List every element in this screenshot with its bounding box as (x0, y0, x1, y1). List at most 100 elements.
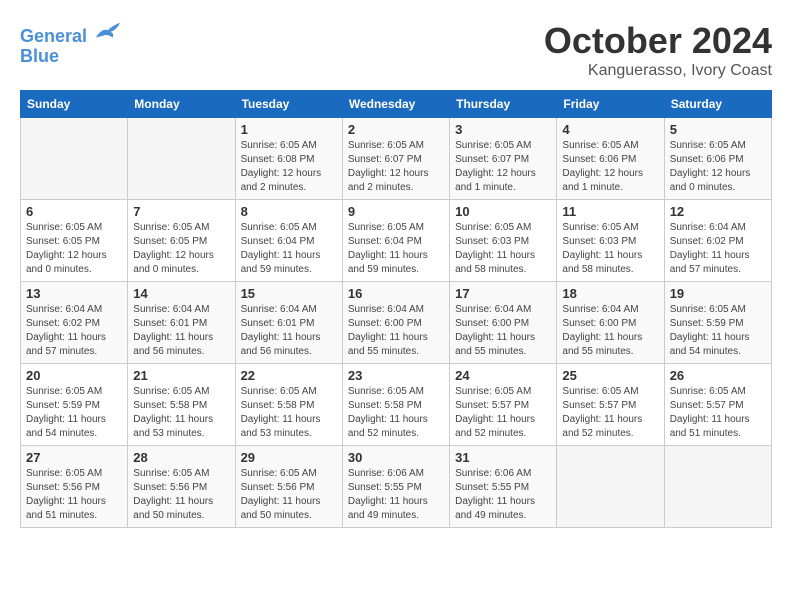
day-info: Sunrise: 6:05 AM Sunset: 6:07 PM Dayligh… (348, 139, 444, 195)
weekday-header-sunday: Sunday (21, 91, 128, 118)
day-info: Sunrise: 6:05 AM Sunset: 5:57 PM Dayligh… (562, 385, 658, 441)
day-info: Sunrise: 6:04 AM Sunset: 6:02 PM Dayligh… (670, 221, 766, 277)
weekday-header-thursday: Thursday (450, 91, 557, 118)
day-number: 8 (241, 204, 337, 219)
day-number: 5 (670, 122, 766, 137)
week-row-1: 1 Sunrise: 6:05 AM Sunset: 6:08 PM Daylig… (21, 118, 772, 200)
day-number: 16 (348, 286, 444, 301)
day-info: Sunrise: 6:05 AM Sunset: 6:03 PM Dayligh… (455, 221, 551, 277)
day-info: Sunrise: 6:05 AM Sunset: 6:03 PM Dayligh… (562, 221, 658, 277)
calendar-cell: 22 Sunrise: 6:05 AM Sunset: 5:58 PM Dayli… (235, 364, 342, 446)
day-info: Sunrise: 6:05 AM Sunset: 5:58 PM Dayligh… (348, 385, 444, 441)
day-number: 21 (133, 368, 229, 383)
day-number: 25 (562, 368, 658, 383)
day-number: 15 (241, 286, 337, 301)
calendar-cell: 26Sunrise: 6:05 AM Sunset: 5:57 PM Dayli… (664, 364, 771, 446)
month-title: October 2024 (544, 20, 772, 62)
calendar-cell: 11 Sunrise: 6:05 AM Sunset: 6:03 PM Dayli… (557, 200, 664, 282)
calendar-cell: 6Sunrise: 6:05 AM Sunset: 6:05 PM Daylig… (21, 200, 128, 282)
day-number: 13 (26, 286, 122, 301)
calendar-cell: 31 Sunrise: 6:06 AM Sunset: 5:55 PM Dayli… (450, 446, 557, 528)
day-number: 30 (348, 450, 444, 465)
calendar-cell: 29Sunrise: 6:05 AM Sunset: 5:56 PM Dayli… (235, 446, 342, 528)
calendar-cell: 18 Sunrise: 6:04 AM Sunset: 6:00 PM Dayli… (557, 282, 664, 364)
calendar-cell: 5 Sunrise: 6:05 AM Sunset: 6:06 PM Daylig… (664, 118, 771, 200)
day-number: 4 (562, 122, 658, 137)
calendar-cell (128, 118, 235, 200)
calendar-table: SundayMondayTuesdayWednesdayThursdayFrid… (20, 90, 772, 528)
day-number: 6 (26, 204, 122, 219)
day-info: Sunrise: 6:04 AM Sunset: 6:02 PM Dayligh… (26, 303, 122, 359)
calendar-cell: 7 Sunrise: 6:05 AM Sunset: 6:05 PM Daylig… (128, 200, 235, 282)
day-number: 2 (348, 122, 444, 137)
calendar-cell: 14 Sunrise: 6:04 AM Sunset: 6:01 PM Dayli… (128, 282, 235, 364)
title-section: October 2024 Kanguerasso, Ivory Coast (544, 20, 772, 80)
logo-bird-icon (94, 20, 122, 42)
day-number: 31 (455, 450, 551, 465)
calendar-cell: 27Sunrise: 6:05 AM Sunset: 5:56 PM Dayli… (21, 446, 128, 528)
calendar-cell (557, 446, 664, 528)
week-row-3: 13 Sunrise: 6:04 AM Sunset: 6:02 PM Dayli… (21, 282, 772, 364)
calendar-cell (664, 446, 771, 528)
weekday-header-row: SundayMondayTuesdayWednesdayThursdayFrid… (21, 91, 772, 118)
day-info: Sunrise: 6:05 AM Sunset: 5:56 PM Dayligh… (26, 467, 122, 523)
calendar-cell: 25 Sunrise: 6:05 AM Sunset: 5:57 PM Dayli… (557, 364, 664, 446)
day-number: 22 (241, 368, 337, 383)
calendar-cell: 16 Sunrise: 6:04 AM Sunset: 6:00 PM Dayli… (342, 282, 449, 364)
day-info: Sunrise: 6:06 AM Sunset: 5:55 PM Dayligh… (455, 467, 551, 523)
day-number: 26 (670, 368, 766, 383)
day-number: 1 (241, 122, 337, 137)
day-info: Sunrise: 6:04 AM Sunset: 6:00 PM Dayligh… (455, 303, 551, 359)
logo-general: General (20, 26, 87, 46)
day-info: Sunrise: 6:04 AM Sunset: 6:01 PM Dayligh… (133, 303, 229, 359)
day-number: 23 (348, 368, 444, 383)
day-info: Sunrise: 6:04 AM Sunset: 6:00 PM Dayligh… (348, 303, 444, 359)
day-info: Sunrise: 6:05 AM Sunset: 5:58 PM Dayligh… (133, 385, 229, 441)
calendar-cell: 19 Sunrise: 6:05 AM Sunset: 5:59 PM Dayli… (664, 282, 771, 364)
day-number: 24 (455, 368, 551, 383)
calendar-cell: 8 Sunrise: 6:05 AM Sunset: 6:04 PM Daylig… (235, 200, 342, 282)
day-number: 12 (670, 204, 766, 219)
location-title: Kanguerasso, Ivory Coast (544, 62, 772, 80)
weekday-header-saturday: Saturday (664, 91, 771, 118)
day-number: 19 (670, 286, 766, 301)
day-info: Sunrise: 6:05 AM Sunset: 5:58 PM Dayligh… (241, 385, 337, 441)
day-number: 11 (562, 204, 658, 219)
logo-blue: Blue (20, 46, 59, 66)
day-number: 29 (241, 450, 337, 465)
weekday-header-tuesday: Tuesday (235, 91, 342, 118)
calendar-cell (21, 118, 128, 200)
day-number: 7 (133, 204, 229, 219)
calendar-cell: 23 Sunrise: 6:05 AM Sunset: 5:58 PM Dayli… (342, 364, 449, 446)
day-number: 14 (133, 286, 229, 301)
header: General Blue October 2024 Kanguerasso, I… (20, 20, 772, 80)
calendar-cell: 1 Sunrise: 6:05 AM Sunset: 6:08 PM Daylig… (235, 118, 342, 200)
calendar-cell: 21 Sunrise: 6:05 AM Sunset: 5:58 PM Dayli… (128, 364, 235, 446)
day-info: Sunrise: 6:06 AM Sunset: 5:55 PM Dayligh… (348, 467, 444, 523)
week-row-5: 27Sunrise: 6:05 AM Sunset: 5:56 PM Dayli… (21, 446, 772, 528)
day-info: Sunrise: 6:05 AM Sunset: 6:08 PM Dayligh… (241, 139, 337, 195)
calendar-cell: 2 Sunrise: 6:05 AM Sunset: 6:07 PM Daylig… (342, 118, 449, 200)
logo: General Blue (20, 20, 122, 67)
day-info: Sunrise: 6:05 AM Sunset: 5:59 PM Dayligh… (670, 303, 766, 359)
day-number: 18 (562, 286, 658, 301)
day-info: Sunrise: 6:04 AM Sunset: 6:00 PM Dayligh… (562, 303, 658, 359)
day-number: 10 (455, 204, 551, 219)
calendar-cell: 15 Sunrise: 6:04 AM Sunset: 6:01 PM Dayli… (235, 282, 342, 364)
calendar-cell: 20Sunrise: 6:05 AM Sunset: 5:59 PM Dayli… (21, 364, 128, 446)
day-info: Sunrise: 6:05 AM Sunset: 6:06 PM Dayligh… (670, 139, 766, 195)
day-number: 17 (455, 286, 551, 301)
day-info: Sunrise: 6:05 AM Sunset: 6:06 PM Dayligh… (562, 139, 658, 195)
day-info: Sunrise: 6:05 AM Sunset: 6:05 PM Dayligh… (133, 221, 229, 277)
weekday-header-friday: Friday (557, 91, 664, 118)
day-number: 28 (133, 450, 229, 465)
weekday-header-wednesday: Wednesday (342, 91, 449, 118)
calendar-cell: 4 Sunrise: 6:05 AM Sunset: 6:06 PM Daylig… (557, 118, 664, 200)
week-row-2: 6 Sunrise: 6:05 AM Sunset: 6:05 PM Daylig… (21, 200, 772, 282)
calendar-cell: 24Sunrise: 6:05 AM Sunset: 5:57 PM Dayli… (450, 364, 557, 446)
calendar-cell: 13 Sunrise: 6:04 AM Sunset: 6:02 PM Dayli… (21, 282, 128, 364)
day-info: Sunrise: 6:04 AM Sunset: 6:01 PM Dayligh… (241, 303, 337, 359)
day-info: Sunrise: 6:05 AM Sunset: 5:59 PM Dayligh… (26, 385, 122, 441)
weekday-header-monday: Monday (128, 91, 235, 118)
day-info: Sunrise: 6:05 AM Sunset: 6:04 PM Dayligh… (241, 221, 337, 277)
